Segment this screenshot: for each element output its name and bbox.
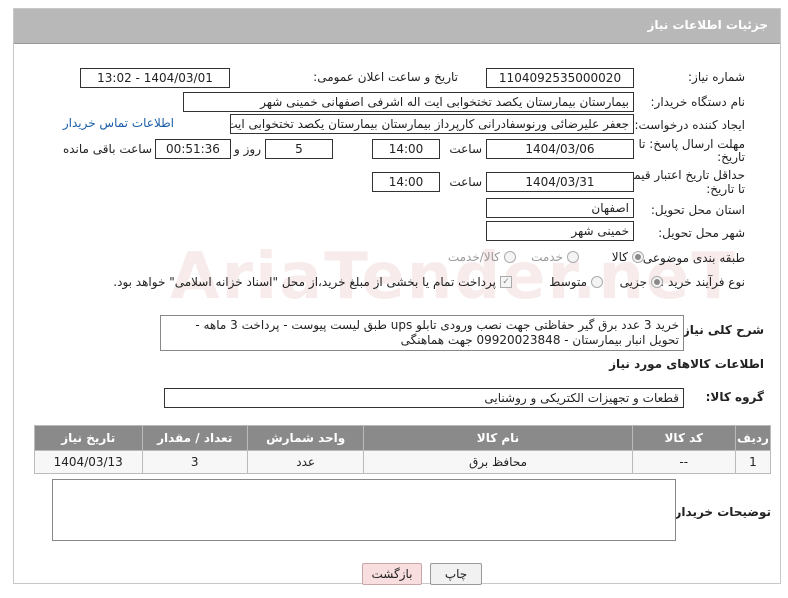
process-option-minor: جزیی — [619, 275, 647, 289]
col-qty: تعداد / مقدار — [141, 425, 248, 451]
col-name: نام کالا — [363, 425, 633, 451]
remaining-label: ساعت باقی مانده — [62, 142, 152, 156]
need-number-label: شماره نیاز: — [688, 70, 745, 84]
panel-header: جزئیات اطلاعات نیاز — [14, 9, 780, 44]
table-row: 1 -- محافظ برق عدد 3 1404/03/13 — [34, 450, 772, 474]
cell-name: محافظ برق — [363, 450, 633, 474]
reply-date-field: 1404/03/06 — [486, 139, 634, 159]
goods-group-field: قطعات و تجهیزات الکتریکی و روشنایی — [164, 388, 684, 408]
remaining-time-field: 00:51:36 — [155, 139, 231, 159]
price-hour-label: ساعت — [449, 175, 482, 189]
cell-unit: عدد — [246, 450, 365, 474]
reply-deadline-label: مهلت ارسال پاسخ: تا — [638, 137, 745, 151]
cell-date: 1404/03/13 — [34, 450, 143, 474]
summary-textarea[interactable]: خرید 3 عدد برق گیر حفاظتی جهت نصب ورودی … — [160, 315, 684, 351]
cell-code: -- — [631, 450, 736, 474]
buyer-org-field: بیمارستان بیمارستان یکصد تختخوابی ایت ال… — [183, 92, 634, 112]
category-option-goods: کالا — [611, 250, 628, 264]
reply-deadline-label-2: تاریخ: — [717, 150, 745, 164]
category-option-service: خدمت — [531, 250, 563, 264]
process-option-medium: متوسط — [549, 275, 587, 289]
category-label: طبقه بندی موضوعی: — [638, 251, 745, 265]
category-radio-service[interactable] — [567, 251, 579, 263]
goods-section-title: اطلاعات کالاهای مورد نیاز — [609, 357, 764, 371]
need-number-field: 1104092535000020 — [486, 68, 634, 88]
buyer-notes-textarea[interactable] — [52, 479, 676, 541]
goods-table-header: ردیف کد کالا نام کالا واحد شمارش تعداد /… — [34, 425, 772, 451]
process-label: نوع فرآیند خرید : — [660, 275, 745, 289]
back-button[interactable]: بازگشت — [362, 563, 422, 585]
payment-note: پرداخت تمام یا بخشی از مبلغ خرید،از محل … — [113, 275, 496, 289]
col-code: کد کالا — [631, 425, 736, 451]
goods-group-label: گروه کالا: — [705, 390, 764, 404]
creator-field: جعفر علیرضائی ورنوسفادرانی کارپرداز بیما… — [230, 114, 634, 134]
category-radio-goods[interactable] — [632, 251, 644, 263]
col-date: تاریخ نیاز — [34, 425, 143, 451]
col-unit: واحد شمارش — [246, 425, 365, 451]
buyer-notes-label: توضیحات خریدار: — [669, 505, 771, 519]
creator-label: ایجاد کننده درخواست: — [634, 118, 745, 132]
summary-label: شرح کلی نیاز: — [678, 323, 764, 337]
reply-hour-label: ساعت — [449, 142, 482, 156]
days-label: روز و — [234, 142, 261, 156]
price-date-field: 1404/03/31 — [486, 172, 634, 192]
category-radio-both[interactable] — [504, 251, 516, 263]
city-label: شهر محل تحویل: — [658, 226, 745, 240]
days-field: 5 — [265, 139, 333, 159]
print-button[interactable]: چاپ — [430, 563, 482, 585]
cell-row: 1 — [734, 450, 772, 474]
panel-title: جزئیات اطلاعات نیاز — [647, 18, 768, 32]
treasury-checkbox[interactable]: ✓ — [500, 276, 512, 288]
goods-table: ردیف کد کالا نام کالا واحد شمارش تعداد /… — [34, 425, 772, 474]
city-field: خمینی شهر — [486, 221, 634, 241]
process-radio-minor[interactable] — [651, 276, 663, 288]
category-option-both: کالا/خدمت — [447, 250, 500, 264]
province-label: استان محل تحویل: — [650, 203, 745, 217]
price-deadline-label-2: تا تاریخ: — [706, 182, 745, 196]
cell-qty: 3 — [141, 450, 248, 474]
province-field: اصفهان — [486, 198, 634, 218]
announce-field: 1404/03/01 - 13:02 — [80, 68, 230, 88]
col-row: ردیف — [734, 425, 772, 451]
price-time-field: 14:00 — [372, 172, 440, 192]
process-radio-medium[interactable] — [591, 276, 603, 288]
reply-time-field: 14:00 — [372, 139, 440, 159]
announce-label: تاریخ و ساعت اعلان عمومی: — [313, 70, 458, 84]
price-deadline-label: حداقل تاریخ اعتبار قیمت: — [618, 168, 745, 182]
contact-info-link[interactable]: اطلاعات تماس خریدار — [63, 116, 174, 130]
buyer-org-label: نام دستگاه خریدار: — [650, 95, 746, 109]
